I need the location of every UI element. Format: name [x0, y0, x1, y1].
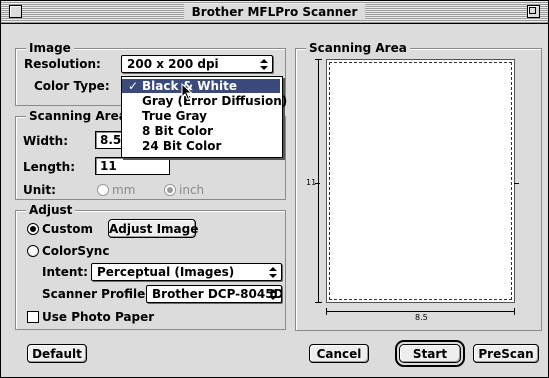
scan-selection-rect[interactable]	[329, 62, 512, 300]
width-value: 8.5	[100, 133, 122, 147]
scanner-dialog: Brother MFLPro Scanner Image Resolution:…	[0, 0, 549, 378]
ruler-tick	[315, 59, 322, 60]
intent-value: Perceptual (Images)	[97, 265, 235, 279]
color-type-label: Color Type:	[34, 79, 110, 93]
photo-paper-label: Use Photo Paper	[42, 310, 155, 324]
photo-paper-checkbox[interactable]	[27, 311, 39, 323]
menu-item-black-white[interactable]: ✓ Black & White	[122, 79, 280, 93]
resolution-label: Resolution:	[24, 57, 101, 71]
close-box-icon[interactable]	[9, 5, 22, 18]
horizontal-ruler	[326, 311, 515, 312]
menu-item-label: True Gray	[142, 109, 207, 123]
unit-inch-radio[interactable]	[164, 184, 176, 196]
length-label: Length:	[23, 160, 75, 174]
unit-label: Unit:	[23, 183, 56, 197]
ruler-tick	[315, 302, 322, 303]
length-value: 11	[100, 159, 117, 173]
intent-label: Intent:	[42, 265, 88, 279]
menu-item-gray-error-diffusion[interactable]: Gray (Error Diffusion)	[122, 94, 287, 108]
scanner-profile-popup[interactable]: Brother DCP-8045D	[146, 285, 282, 303]
unit-mm-label: mm	[112, 183, 136, 197]
colorsync-radio[interactable]	[27, 245, 39, 257]
length-field[interactable]: 11	[95, 157, 170, 175]
ruler-tick	[326, 308, 327, 315]
window-title: Brother MFLPro Scanner	[183, 4, 366, 20]
popup-arrows-icon	[268, 266, 278, 279]
image-group-label: Image	[26, 40, 74, 56]
vertical-ruler	[318, 59, 319, 303]
cancel-button[interactable]: Cancel	[309, 344, 369, 363]
custom-label: Custom	[42, 222, 93, 236]
preview-label: Scanning Area	[306, 40, 410, 56]
menu-item-label: 24 Bit Color	[142, 139, 222, 153]
resolution-popup[interactable]: 200 x 200 dpi	[121, 55, 273, 73]
scanner-profile-value: Brother DCP-8045D	[152, 287, 282, 301]
unit-mm-radio[interactable]	[97, 184, 109, 196]
colorsync-label: ColorSync	[42, 244, 110, 258]
checkmark-icon: ✓	[128, 79, 139, 93]
zoom-box-icon[interactable]	[527, 5, 540, 18]
mouse-pointer-icon	[181, 83, 193, 101]
adjust-group-label: Adjust	[26, 202, 76, 218]
custom-radio[interactable]	[27, 223, 39, 235]
menu-item-8-bit-color[interactable]: 8 Bit Color	[122, 124, 280, 138]
scanning-area-group-label: Scanning Area	[26, 108, 130, 124]
ruler-tick	[514, 183, 519, 184]
popup-arrows-icon	[268, 288, 278, 301]
popup-arrows-icon	[259, 58, 269, 71]
unit-inch-label: inch	[179, 183, 205, 197]
width-tick-label: 8.5	[415, 313, 428, 322]
prescan-button[interactable]: PreScan	[473, 344, 539, 363]
menu-item-label: 8 Bit Color	[142, 124, 214, 138]
resolution-value: 200 x 200 dpi	[127, 57, 219, 71]
preview-area: Scanning Area 11 8.5	[295, 40, 542, 331]
menu-item-label: Gray (Error Diffusion)	[142, 94, 288, 108]
width-label: Width:	[23, 134, 69, 148]
color-type-menu[interactable]: ✓ Black & White Gray (Error Diffusion) T…	[121, 76, 287, 158]
preview-page[interactable]	[326, 59, 515, 303]
intent-popup[interactable]: Perceptual (Images)	[91, 263, 282, 281]
menu-item-true-gray[interactable]: True Gray	[122, 109, 280, 123]
menu-item-24-bit-color[interactable]: 24 Bit Color	[122, 139, 280, 153]
ruler-tick	[514, 308, 515, 315]
title-bar[interactable]: Brother MFLPro Scanner	[1, 1, 548, 24]
start-button[interactable]: Start	[395, 340, 465, 367]
height-tick-label: 11	[306, 178, 317, 187]
default-button[interactable]: Default	[27, 344, 87, 363]
adjust-image-button[interactable]: Adjust Image	[108, 219, 198, 238]
scanner-profile-label: Scanner Profile:	[42, 287, 151, 301]
